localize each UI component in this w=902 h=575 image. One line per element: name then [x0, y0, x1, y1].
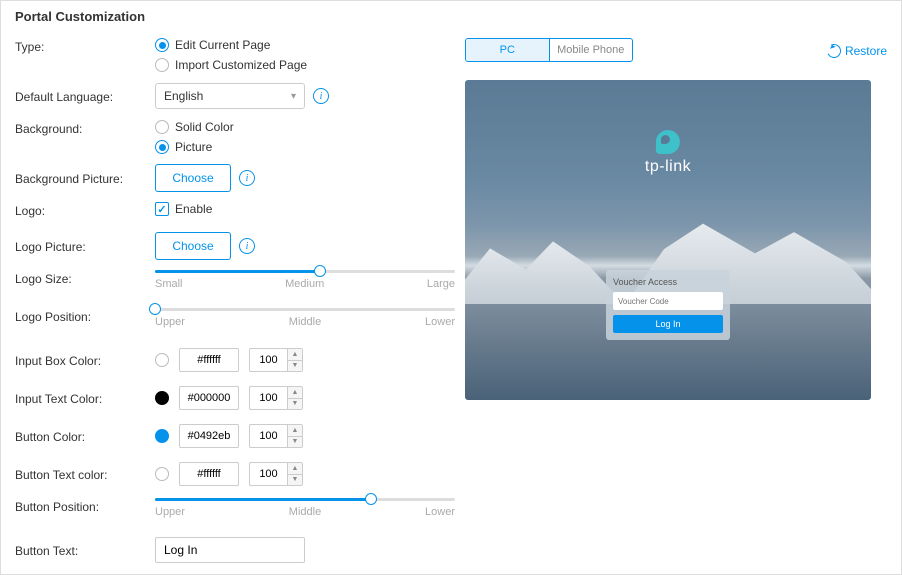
button-color-hex[interactable] [179, 424, 239, 448]
button-color-label: Button Color: [15, 428, 155, 444]
type-edit-current-radio[interactable]: Edit Current Page [155, 38, 455, 52]
radio-label: Edit Current Page [175, 38, 270, 52]
form-panel: Type: Edit Current Page Import Customize… [15, 38, 455, 575]
restore-label: Restore [845, 44, 887, 58]
slider-mid: Medium [285, 278, 324, 290]
restore-button[interactable]: Restore [827, 44, 887, 58]
step-up[interactable]: ▲ [288, 387, 302, 399]
info-icon[interactable]: i [313, 88, 329, 104]
color-swatch[interactable] [155, 353, 169, 367]
slider-min: Upper [155, 506, 185, 518]
brand-name: tp-link [645, 158, 691, 176]
step-up[interactable]: ▲ [288, 349, 302, 361]
radio-label: Picture [175, 140, 212, 154]
input-box-color-pct[interactable] [249, 348, 287, 372]
tplink-icon [656, 130, 680, 154]
voucher-login-button[interactable]: Log In [613, 315, 723, 333]
color-swatch[interactable] [155, 467, 169, 481]
logo-label: Logo: [15, 202, 155, 218]
radio-label: Solid Color [175, 120, 234, 134]
slider-min: Upper [155, 316, 185, 328]
info-icon[interactable]: i [239, 238, 255, 254]
slider-max: Lower [425, 316, 455, 328]
radio-label: Import Customized Page [175, 58, 307, 72]
background-picture-label: Background Picture: [15, 170, 155, 186]
slider-max: Large [427, 278, 455, 290]
logo-position-label: Logo Position: [15, 308, 155, 324]
slider-max: Lower [425, 506, 455, 518]
step-down[interactable]: ▼ [288, 475, 302, 486]
button-text-color-pct[interactable] [249, 462, 287, 486]
step-up[interactable]: ▲ [288, 463, 302, 475]
background-solid-radio[interactable]: Solid Color [155, 120, 455, 134]
input-text-color-pct[interactable] [249, 386, 287, 410]
brand-logo: tp-link [645, 130, 691, 176]
voucher-code-input[interactable] [613, 292, 723, 310]
logo-choose-button[interactable]: Choose [155, 232, 231, 260]
input-text-color-label: Input Text Color: [15, 390, 155, 406]
step-down[interactable]: ▼ [288, 361, 302, 372]
button-color-pct[interactable] [249, 424, 287, 448]
tab-pc[interactable]: PC [466, 39, 550, 61]
input-box-color-hex[interactable] [179, 348, 239, 372]
preview-panel: PC Mobile Phone Restore tp-link Voucher … [455, 38, 887, 575]
voucher-title: Voucher Access [613, 277, 723, 287]
input-box-color-label: Input Box Color: [15, 352, 155, 368]
info-icon[interactable]: i [239, 170, 255, 186]
slider-thumb[interactable] [149, 303, 161, 315]
logo-position-slider[interactable] [155, 308, 455, 311]
button-text-color-hex[interactable] [179, 462, 239, 486]
logo-size-label: Logo Size: [15, 270, 155, 286]
background-picture-radio[interactable]: Picture [155, 140, 455, 154]
default-language-label: Default Language: [15, 88, 155, 104]
checkbox-label: Enable [175, 202, 212, 216]
page-title: Portal Customization [15, 9, 887, 24]
logo-enable-checkbox[interactable]: ✓ Enable [155, 202, 455, 216]
preview-canvas: tp-link Voucher Access Log In [465, 80, 871, 400]
tab-mobile[interactable]: Mobile Phone [550, 39, 633, 61]
chevron-down-icon: ▾ [291, 91, 296, 102]
button-text-label: Button Text: [15, 542, 155, 558]
button-position-label: Button Position: [15, 498, 155, 514]
logo-picture-label: Logo Picture: [15, 238, 155, 254]
slider-thumb[interactable] [365, 493, 377, 505]
logo-size-slider[interactable] [155, 270, 455, 273]
slider-thumb[interactable] [314, 265, 326, 277]
slider-mid: Middle [289, 506, 321, 518]
type-import-custom-radio[interactable]: Import Customized Page [155, 58, 455, 72]
type-label: Type: [15, 38, 155, 54]
step-down[interactable]: ▼ [288, 437, 302, 448]
restore-icon [825, 42, 843, 60]
slider-mid: Middle [289, 316, 321, 328]
button-position-slider[interactable] [155, 498, 455, 501]
slider-min: Small [155, 278, 183, 290]
language-select[interactable]: English ▾ [155, 83, 305, 109]
background-choose-button[interactable]: Choose [155, 164, 231, 192]
button-text-input[interactable] [155, 537, 305, 563]
color-swatch[interactable] [155, 429, 169, 443]
voucher-panel: Voucher Access Log In [606, 270, 730, 340]
button-text-color-label: Button Text color: [15, 466, 155, 482]
input-text-color-hex[interactable] [179, 386, 239, 410]
color-swatch[interactable] [155, 391, 169, 405]
background-label: Background: [15, 120, 155, 136]
step-up[interactable]: ▲ [288, 425, 302, 437]
select-value: English [164, 89, 203, 103]
step-down[interactable]: ▼ [288, 399, 302, 410]
